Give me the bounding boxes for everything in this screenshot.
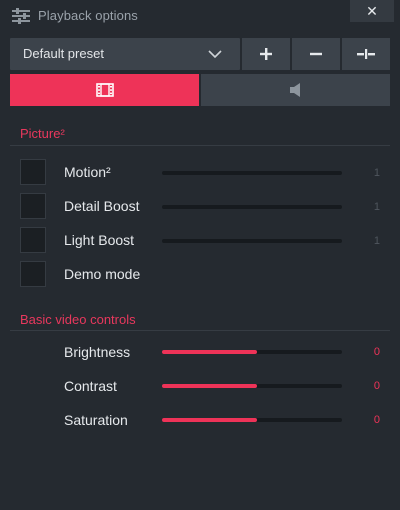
section-title-picture: Picture² (20, 126, 65, 141)
section-divider (10, 330, 390, 331)
light-boost-label: Light Boost (64, 232, 135, 248)
brightness-slider[interactable] (162, 350, 342, 354)
detail-boost-label: Detail Boost (64, 198, 140, 214)
light-boost-checkbox[interactable] (20, 227, 46, 253)
light-boost-slider[interactable] (162, 239, 342, 243)
motion-slider[interactable] (162, 171, 342, 175)
contrast-slider[interactable] (162, 384, 342, 388)
detail-boost-value: 1 (373, 201, 380, 213)
tab-audio[interactable] (201, 74, 390, 106)
saturation-slider-fill (162, 418, 258, 422)
motion-label: Motion² (64, 164, 111, 180)
brightness-label: Brightness (64, 344, 131, 360)
demo-mode-label: Demo mode (64, 266, 141, 282)
preset-selected-value: Default preset (23, 46, 104, 61)
detail-boost-checkbox[interactable] (20, 193, 46, 219)
film-icon (95, 83, 114, 97)
contrast-slider-fill (162, 384, 258, 388)
tab-video[interactable] (10, 74, 199, 106)
minus-icon (310, 52, 322, 56)
close-icon: ✕ (366, 2, 378, 19)
detail-boost-slider[interactable] (162, 205, 342, 209)
title-bar: Playback options ✕ (0, 0, 400, 32)
preset-dropdown[interactable]: Default preset (10, 38, 240, 70)
window-title: Playback options (38, 8, 138, 23)
saturation-value: 0 (373, 414, 380, 426)
mode-tabs (10, 74, 390, 106)
preset-toolbar: Default preset (10, 38, 390, 70)
add-preset-button[interactable] (242, 38, 290, 70)
brightness-value: 0 (373, 346, 380, 358)
demo-mode-checkbox[interactable] (20, 261, 46, 287)
saturation-slider[interactable] (162, 418, 342, 422)
close-button[interactable]: ✕ (350, 0, 394, 22)
motion-checkbox[interactable] (20, 159, 46, 185)
reset-preset-button[interactable] (342, 38, 390, 70)
saturation-label: Saturation (64, 412, 128, 428)
chevron-down-icon (208, 50, 222, 59)
section-title-basic-video: Basic video controls (20, 312, 136, 327)
contrast-label: Contrast (64, 378, 117, 394)
light-boost-value: 1 (373, 235, 380, 247)
section-divider (10, 145, 390, 146)
remove-preset-button[interactable] (292, 38, 340, 70)
contrast-value: 0 (373, 380, 380, 392)
brightness-slider-fill (162, 350, 258, 354)
sliders-icon (12, 8, 30, 24)
split-reset-icon (357, 49, 375, 59)
motion-value: 1 (373, 167, 380, 179)
plus-icon (260, 48, 272, 60)
speaker-icon (289, 83, 300, 97)
